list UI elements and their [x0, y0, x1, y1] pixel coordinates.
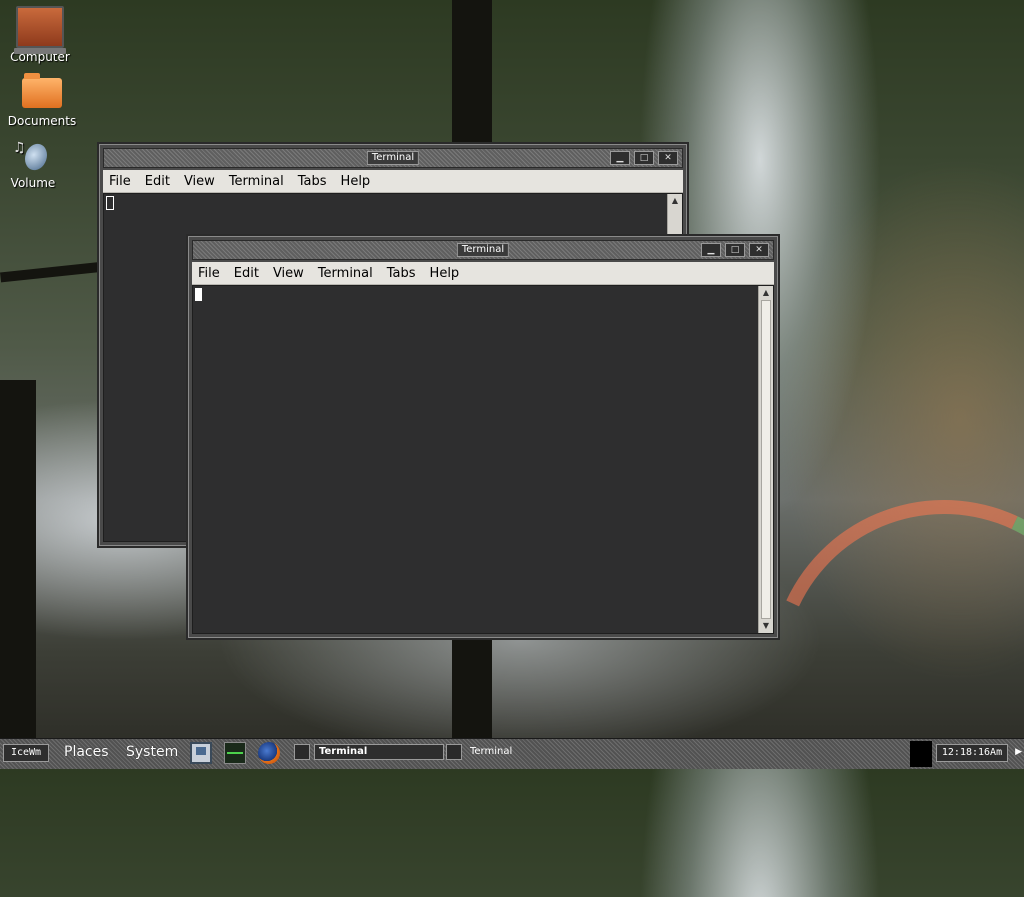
- computer-icon: [14, 6, 66, 54]
- terminal-icon: [446, 744, 462, 760]
- menu-tabs[interactable]: Tabs: [298, 174, 327, 189]
- maximize-button[interactable]: □: [725, 243, 745, 257]
- menubar: File Edit View Terminal Tabs Help: [103, 170, 683, 193]
- places-menu[interactable]: Places: [64, 744, 109, 760]
- window-title: Terminal: [366, 151, 420, 165]
- menu-tabs[interactable]: Tabs: [387, 266, 416, 281]
- taskbar-task-terminal[interactable]: Terminal: [446, 743, 516, 761]
- task-label: Terminal: [314, 744, 444, 760]
- close-button[interactable]: ✕: [658, 151, 678, 165]
- minimize-button[interactable]: ▁: [610, 151, 630, 165]
- scroll-up-icon[interactable]: ▲: [670, 196, 680, 206]
- desktop-icon-label: Documents: [7, 114, 77, 128]
- taskbar-task-terminal-active[interactable]: Terminal: [294, 743, 444, 761]
- window-titlebar[interactable]: Terminal ▁ □ ✕: [192, 240, 774, 260]
- folder-icon: [22, 73, 62, 108]
- speaker-volume-icon: ♫: [13, 138, 53, 174]
- desktop-icon-computer[interactable]: Computer: [0, 6, 80, 64]
- task-label: Terminal: [470, 746, 513, 757]
- menu-terminal[interactable]: Terminal: [229, 174, 284, 189]
- menu-file[interactable]: File: [109, 174, 131, 189]
- scrollbar-thumb[interactable]: [761, 300, 771, 619]
- scrollbar[interactable]: ▲ ▼: [758, 286, 773, 633]
- maximize-icon: □: [730, 245, 740, 255]
- maximize-icon: □: [639, 153, 649, 163]
- close-icon: ✕: [755, 245, 763, 255]
- start-button[interactable]: IceWm: [3, 744, 49, 762]
- terminal-cursor: [195, 288, 202, 301]
- menu-edit[interactable]: Edit: [145, 174, 170, 189]
- maximize-button[interactable]: □: [634, 151, 654, 165]
- terminal-cursor: [106, 196, 114, 210]
- close-button[interactable]: ✕: [749, 243, 769, 257]
- window-title: Terminal: [456, 243, 510, 257]
- menu-file[interactable]: File: [198, 266, 220, 281]
- clock[interactable]: 12:18:16Am: [936, 744, 1008, 762]
- minimize-icon: ▁: [616, 153, 624, 163]
- minimize-button[interactable]: ▁: [701, 243, 721, 257]
- firefox-icon[interactable]: [258, 742, 280, 764]
- chevron-right-icon[interactable]: ▶: [1015, 747, 1022, 757]
- menu-terminal[interactable]: Terminal: [318, 266, 373, 281]
- menu-help[interactable]: Help: [341, 174, 371, 189]
- menu-edit[interactable]: Edit: [234, 266, 259, 281]
- minimize-icon: ▁: [707, 245, 715, 255]
- scroll-down-icon[interactable]: ▼: [761, 621, 771, 631]
- terminal-window-front[interactable]: Terminal ▁ □ ✕ File Edit View Terminal T…: [186, 234, 780, 640]
- close-icon: ✕: [664, 153, 672, 163]
- desktop-icon-label: Volume: [10, 176, 56, 190]
- menu-view[interactable]: View: [273, 266, 304, 281]
- terminal-icon: [294, 744, 310, 760]
- menubar: File Edit View Terminal Tabs Help: [192, 262, 774, 285]
- terminal-area[interactable]: ▲ ▼: [192, 285, 774, 634]
- system-menu[interactable]: System: [126, 744, 178, 760]
- window-titlebar[interactable]: Terminal ▁ □ ✕: [103, 148, 683, 168]
- system-monitor-icon[interactable]: [224, 742, 246, 764]
- desktop-icon-documents[interactable]: Documents: [2, 72, 82, 128]
- tray-indicator: [910, 741, 932, 767]
- taskbar: IceWm Places System Terminal Terminal 12…: [0, 738, 1024, 769]
- monitor-icon[interactable]: [190, 742, 212, 764]
- desktop-icon-volume[interactable]: ♫ Volume: [0, 138, 73, 190]
- scroll-up-icon[interactable]: ▲: [761, 288, 771, 298]
- menu-view[interactable]: View: [184, 174, 215, 189]
- menu-help[interactable]: Help: [430, 266, 460, 281]
- wallpaper-tree-left: [0, 380, 36, 740]
